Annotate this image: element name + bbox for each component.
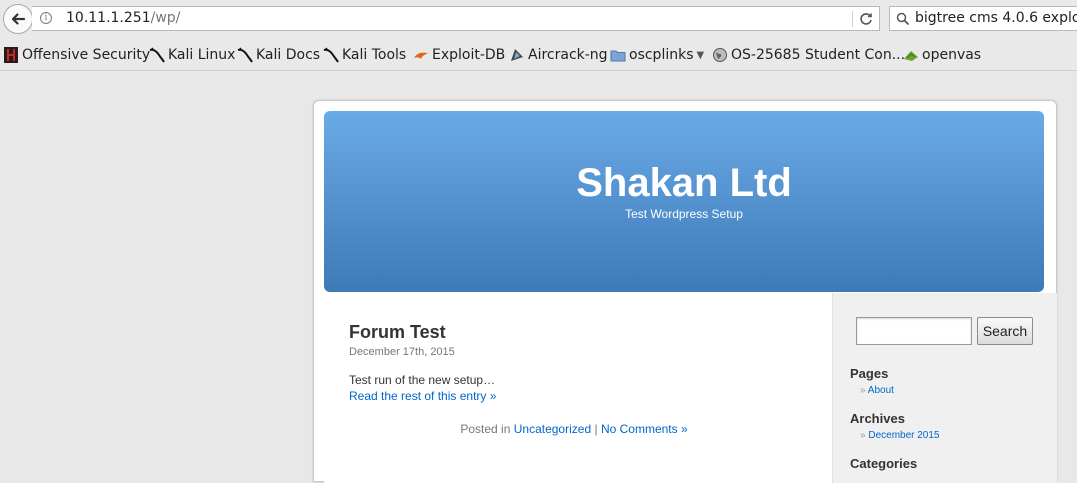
comments-link[interactable]: No Comments » [601,422,688,436]
kali-icon [237,47,253,63]
bookmark-kali-docs[interactable]: Kali Docs [237,45,320,65]
bookmark-os-25685[interactable]: OS-25685 Student Con... [712,45,905,65]
bookmark-openvas[interactable]: openvas [903,45,981,65]
page-link-about[interactable]: About [868,385,894,396]
offsec-icon [4,47,18,63]
openvas-icon [904,51,918,61]
archives-list-item: » December 2015 [860,430,940,441]
bookmark-kali-linux[interactable]: Kali Linux [149,45,235,65]
bookmark-oscplinks-folder[interactable]: oscplinks ▼ [610,45,704,65]
exploitdb-icon [414,52,428,59]
bookmark-label: Kali Docs [256,47,321,63]
bookmarks-toolbar: Offensive Security Kali Linux Kali Docs … [0,38,1077,71]
bookmark-kali-tools[interactable]: Kali Tools [323,45,406,65]
wordpress-page: Shakan Ltd Test Wordpress Setup Forum Te… [313,100,1057,483]
site-description: Test Wordpress Setup [625,207,743,221]
site-header: Shakan Ltd Test Wordpress Setup [324,111,1044,292]
bookmark-label: openvas [922,47,982,63]
post-excerpt: Test run of the new setup… [349,373,496,387]
url-host: 10.11.1.251 [66,10,151,26]
bookmark-label: OS-25685 Student Con... [731,47,906,63]
url-path: /wp/ [150,10,181,26]
sidebar-search-input[interactable] [856,317,972,345]
reload-icon[interactable] [858,11,874,27]
read-more-link[interactable]: Read the rest of this entry » [349,389,496,403]
archives-heading: Archives [850,411,905,426]
bookmark-label: Kali Linux [168,47,236,63]
url-divider [852,11,853,27]
categories-heading: Categories [850,456,918,471]
kali-icon [149,47,165,63]
meta-separator: | [594,422,598,436]
bookmark-label: oscplinks [629,47,694,63]
search-query-text[interactable]: bigtree cms 4.0.6 exploit [915,10,1077,26]
post-meta: Posted in Uncategorized | No Comments » [324,422,824,436]
dropdown-arrow-icon: ▼ [696,49,705,61]
post-date: December 17th, 2015 [349,346,455,358]
site-info-icon[interactable]: i [40,12,52,24]
folder-icon [610,50,626,62]
back-arrow-icon [11,13,26,25]
search-bar[interactable]: bigtree cms 4.0.6 exploit [889,6,1077,31]
sidebar-search-button[interactable]: Search [977,317,1033,345]
archive-link-december-2015[interactable]: December 2015 [868,430,939,441]
bookmark-label: Kali Tools [342,47,407,63]
main-content: Forum Test December 17th, 2015 Test run … [324,293,832,483]
search-icon [896,12,910,26]
category-link[interactable]: Uncategorized [514,422,591,436]
bookmark-offensive-security[interactable]: Offensive Security [3,45,150,65]
url-text[interactable]: 10.11.1.251/wp/ [66,10,180,26]
bookmark-label: Aircrack-ng [528,47,608,63]
back-button[interactable] [3,4,33,34]
bookmark-aircrack-ng[interactable]: Aircrack-ng [509,45,608,65]
bookmark-label: Exploit-DB [432,47,506,63]
sidebar: Search Pages » About Archives » December… [832,293,1057,483]
pages-heading: Pages [850,366,889,381]
kali-icon [323,47,339,63]
bookmark-exploit-db[interactable]: Exploit-DB [413,45,505,65]
url-bar[interactable]: i 10.11.1.251/wp/ [32,6,880,31]
list-bullet: » [860,385,866,396]
pages-list-item: » About [860,385,894,396]
list-bullet: » [860,430,866,441]
bookmark-label: Offensive Security [22,47,151,63]
aircrack-icon [511,49,523,61]
globe-icon [713,48,727,62]
post-title[interactable]: Forum Test [349,322,446,343]
site-title[interactable]: Shakan Ltd [324,161,1044,206]
posted-in-label: Posted in [460,422,511,436]
browser-navbar: i 10.11.1.251/wp/ bigtree cms 4.0.6 expl… [0,0,1077,38]
